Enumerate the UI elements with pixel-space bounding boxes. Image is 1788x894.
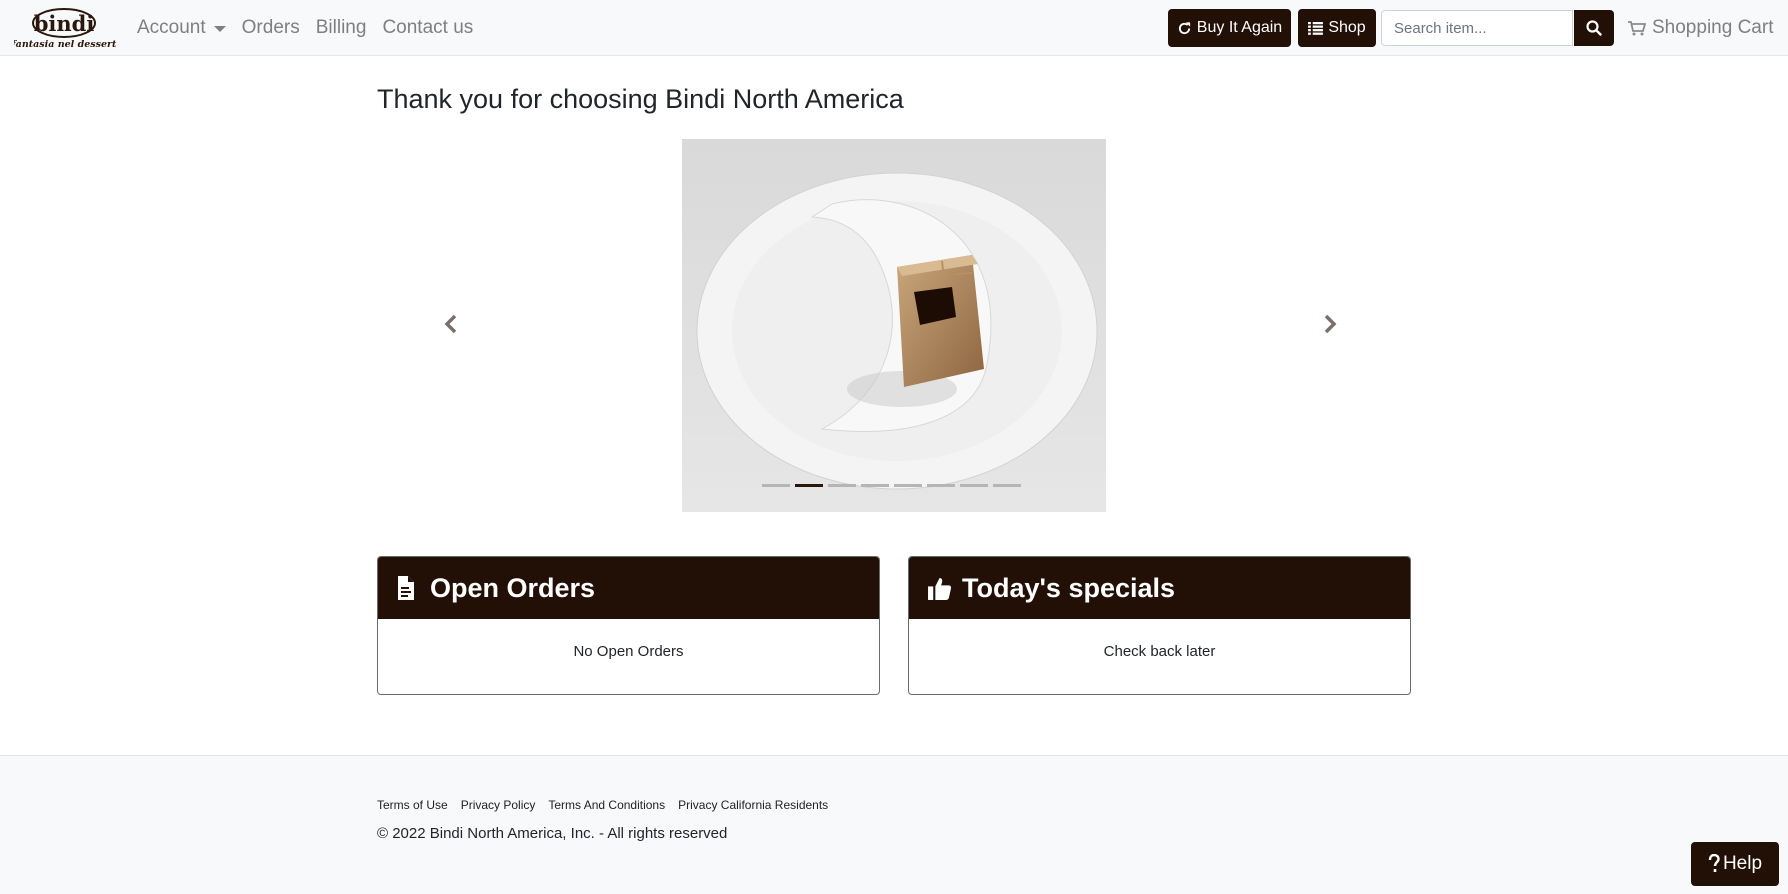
thumbs-up-icon bbox=[928, 577, 952, 600]
list-icon bbox=[1308, 21, 1324, 35]
carousel-indicator[interactable] bbox=[894, 484, 922, 487]
footer-links: Terms of Use Privacy Policy Terms And Co… bbox=[377, 798, 841, 812]
todays-specials-message: Check back later bbox=[1103, 643, 1216, 660]
footer-link-terms-and-conditions[interactable]: Terms And Conditions bbox=[548, 798, 665, 812]
chevron-right-icon bbox=[1324, 314, 1337, 334]
todays-specials-header: Today's specials bbox=[909, 557, 1410, 619]
bindi-logo[interactable]: bindi fantasia nel dessert bbox=[14, 6, 118, 50]
todays-specials-card: Today's specials Check back later bbox=[908, 556, 1411, 695]
carousel-indicator[interactable] bbox=[861, 484, 889, 487]
caret-down-icon bbox=[213, 26, 226, 32]
open-orders-header: Open Orders bbox=[378, 557, 879, 619]
search-input[interactable] bbox=[1381, 10, 1573, 46]
carousel-indicator[interactable] bbox=[960, 484, 988, 487]
main-nav: Account Orders Billing Contact us bbox=[137, 0, 489, 56]
help-label: Help bbox=[1722, 853, 1763, 874]
footer-link-privacy-california[interactable]: Privacy California Residents bbox=[678, 798, 828, 812]
document-icon bbox=[398, 576, 414, 600]
shopping-cart-link[interactable]: Shopping Cart bbox=[1628, 0, 1773, 56]
nav-billing[interactable]: Billing bbox=[316, 17, 367, 39]
carousel-indicators bbox=[762, 484, 1026, 487]
open-orders-message: No Open Orders bbox=[573, 643, 684, 660]
search-icon bbox=[1586, 20, 1602, 36]
shop-button[interactable]: Shop bbox=[1298, 9, 1376, 47]
carousel-indicator[interactable] bbox=[993, 484, 1021, 487]
carousel-prev-button[interactable] bbox=[431, 304, 471, 344]
brand-name: bindi bbox=[34, 11, 95, 36]
shopping-cart-label: Shopping Cart bbox=[1652, 17, 1774, 38]
nav-account-dropdown[interactable]: Account bbox=[137, 17, 226, 39]
todays-specials-title: Today's specials bbox=[962, 572, 1176, 603]
refresh-icon bbox=[1178, 21, 1190, 34]
footer-link-terms-of-use[interactable]: Terms of Use bbox=[377, 798, 448, 812]
buy-it-again-label: Buy It Again bbox=[1196, 19, 1283, 36]
question-icon bbox=[1708, 854, 1720, 872]
open-orders-title: Open Orders bbox=[430, 572, 596, 603]
buy-it-again-button[interactable]: Buy It Again bbox=[1168, 9, 1291, 47]
search-button[interactable] bbox=[1574, 10, 1614, 46]
nav-contact-us[interactable]: Contact us bbox=[382, 17, 473, 39]
carousel-indicator[interactable] bbox=[762, 484, 790, 487]
carousel-indicator[interactable] bbox=[927, 484, 955, 487]
footer-link-privacy-policy[interactable]: Privacy Policy bbox=[461, 798, 536, 812]
page-footer: Terms of Use Privacy Policy Terms And Co… bbox=[0, 755, 1788, 894]
page-title: Thank you for choosing Bindi North Ameri… bbox=[377, 84, 904, 114]
brand-tagline: fantasia nel dessert bbox=[14, 39, 117, 50]
nav-orders[interactable]: Orders bbox=[242, 17, 300, 39]
chevron-left-icon bbox=[444, 314, 457, 334]
cart-icon bbox=[1628, 20, 1646, 35]
carousel-indicator[interactable] bbox=[795, 484, 823, 487]
nav-account-label: Account bbox=[137, 17, 206, 38]
copyright-text: © 2022 Bindi North America, Inc. - All r… bbox=[377, 825, 728, 842]
carousel-indicator[interactable] bbox=[828, 484, 856, 487]
carousel-next-button[interactable] bbox=[1310, 304, 1350, 344]
help-button[interactable]: Help bbox=[1691, 842, 1779, 886]
shop-label: Shop bbox=[1328, 19, 1366, 36]
carousel-slide-image bbox=[682, 139, 1106, 512]
open-orders-card: Open Orders No Open Orders bbox=[377, 556, 880, 695]
top-navbar: bindi fantasia nel dessert Account Order… bbox=[0, 0, 1788, 56]
